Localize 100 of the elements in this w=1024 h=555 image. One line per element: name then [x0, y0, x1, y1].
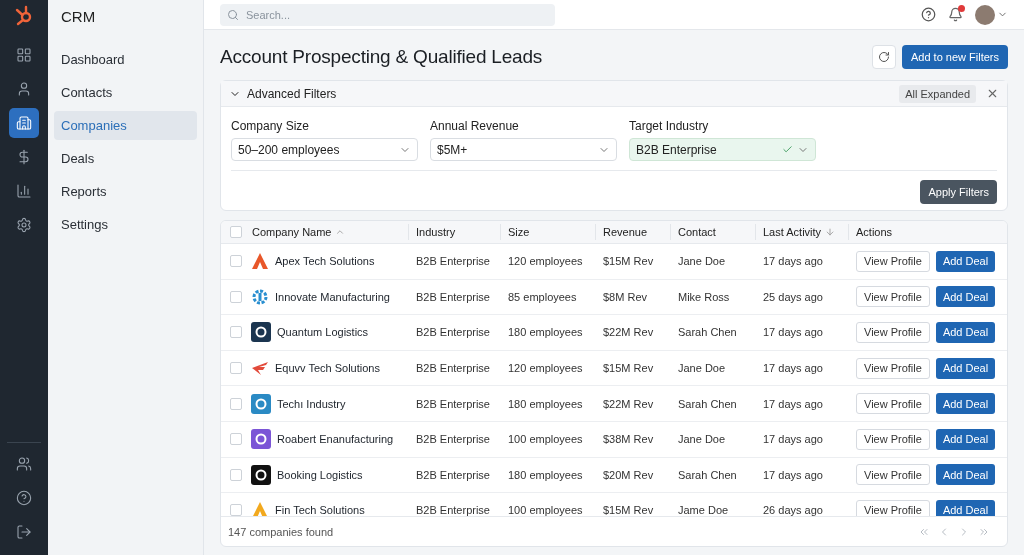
size-cell-text: 180 employees — [507, 397, 584, 410]
size-cell-text: 180 employees — [507, 326, 584, 339]
industry-cell-text: B2B Enterprise — [415, 255, 491, 268]
revenue-cell-text: $15M Rev — [602, 255, 655, 268]
size-cell-text: 85 employees — [507, 290, 578, 303]
add-deal-button[interactable]: Add Deal — [935, 250, 996, 272]
filter-select[interactable]: $5M+ — [430, 138, 617, 161]
column-header[interactable]: Industry — [408, 224, 500, 240]
view-profile-button[interactable]: View Profile — [856, 357, 930, 379]
filter-select[interactable]: B2B Enterprise — [629, 138, 816, 161]
view-profile-button[interactable]: View Profile — [856, 250, 930, 272]
sidebar-item[interactable]: Reports — [54, 177, 197, 206]
column-header[interactable]: Size — [500, 224, 595, 240]
activity-cell-text: 17 days ago — [762, 433, 824, 446]
refresh-icon — [877, 51, 890, 63]
add-deal-button[interactable]: Add Deal — [935, 393, 996, 415]
size-cell-text: 120 employees — [507, 362, 584, 375]
results-count: 147 companies found — [228, 525, 334, 538]
building-icon[interactable] — [9, 108, 39, 138]
column-header[interactable]: Revenue — [595, 224, 670, 240]
activity-cell-text: 17 days ago — [762, 362, 824, 375]
row-checkbox[interactable] — [230, 468, 242, 481]
sort-down-icon — [825, 227, 836, 237]
contact-cell-text: Jane Doe — [677, 433, 727, 446]
search-field[interactable]: Search... — [220, 3, 555, 26]
industry-cell-text: B2B Enterprise — [415, 290, 491, 303]
industry-cell-text: B2B Enterprise — [415, 468, 491, 481]
industry-cell-text: B2B Enterprise — [415, 362, 491, 375]
avatar-menu[interactable] — [975, 4, 1008, 25]
refresh-button[interactable] — [871, 45, 896, 69]
industry-cell-text: B2B Enterprise — [415, 433, 491, 446]
view-profile-button[interactable]: View Profile — [856, 499, 930, 516]
row-checkbox[interactable] — [230, 255, 242, 268]
activity-cell-text: 26 days ago — [762, 504, 824, 516]
activity-cell-text: 17 days ago — [762, 326, 824, 339]
view-profile-button[interactable]: View Profile — [856, 428, 930, 450]
revenue-cell-text: $8M Rev — [602, 290, 649, 303]
select-all-checkbox[interactable] — [230, 226, 242, 238]
help-icon[interactable] — [921, 7, 936, 22]
view-profile-button[interactable]: View Profile — [856, 286, 930, 308]
filter-label: Company Size — [231, 119, 311, 133]
industry-cell-text: B2B Enterprise — [415, 397, 491, 410]
company-name: Booking Logistics — [277, 468, 363, 481]
add-deal-button[interactable]: Add Deal — [935, 499, 996, 516]
revenue-cell-text: $20M Rev — [602, 468, 655, 481]
filter-select[interactable]: 50–200 employees — [231, 138, 418, 161]
sidebar-item[interactable]: Companies — [54, 111, 197, 140]
row-checkbox[interactable] — [230, 433, 242, 446]
add-deal-button[interactable]: Add Deal — [935, 286, 996, 308]
revenue-cell-text: $22M Rev — [602, 326, 655, 339]
add-filters-button[interactable]: Add to new Filters — [901, 45, 1008, 69]
row-checkbox[interactable] — [230, 290, 242, 303]
row-checkbox[interactable] — [230, 326, 242, 339]
size-cell-text: 100 employees — [507, 504, 584, 516]
sidebar-item[interactable]: Deals — [54, 144, 197, 173]
add-deal-button[interactable]: Add Deal — [935, 464, 996, 486]
revenue-cell-text: $15M Rev — [602, 504, 655, 516]
industry-cell-text: B2B Enterprise — [415, 504, 491, 516]
size-cell-text: 120 employees — [507, 255, 584, 268]
company-name: Roabert Enanufacturing — [277, 433, 394, 446]
revenue-cell-text: $38M Rev — [602, 433, 655, 446]
notification-bell-icon[interactable] — [948, 7, 963, 22]
add-deal-button[interactable]: Add Deal — [935, 357, 996, 379]
company-name: Fin Tech Solutions — [275, 504, 365, 516]
column-header[interactable]: Contact — [670, 224, 755, 240]
industry-cell-text: B2B Enterprise — [415, 326, 491, 339]
contact-cell-text: Mike Ross — [677, 290, 731, 303]
apply-filters-button[interactable]: Apply Filters — [920, 180, 997, 204]
column-header[interactable]: Last Activity — [755, 224, 848, 240]
contact-cell-text: Sarah Chen — [677, 397, 738, 410]
activity-cell-text: 17 days ago — [762, 468, 824, 481]
view-profile-button[interactable]: View Profile — [856, 322, 930, 343]
search-icon — [227, 8, 239, 21]
activity-cell-text: 17 days ago — [762, 255, 824, 268]
sidebar-item[interactable]: Settings — [54, 210, 197, 239]
row-checkbox[interactable] — [230, 504, 242, 516]
sidebar-item[interactable]: Dashboard — [54, 45, 197, 74]
revenue-cell-text: $15M Rev — [602, 362, 655, 375]
filter-label: Annual Revenue — [430, 119, 520, 133]
filters-toggle[interactable]: Advanced Filters — [229, 86, 337, 101]
row-checkbox[interactable] — [230, 397, 242, 410]
sidebar-item[interactable]: Contacts — [54, 78, 197, 107]
view-profile-button[interactable]: View Profile — [856, 393, 930, 415]
contact-cell-text: Jame Doe — [677, 504, 730, 516]
filter-label: Target Industry — [629, 119, 710, 133]
add-deal-button[interactable]: Add Deal — [935, 428, 996, 450]
view-profile-button[interactable]: View Profile — [856, 464, 930, 486]
page-title: Account Prospecting & Qualified Leads — [220, 46, 543, 68]
check-icon — [782, 143, 793, 155]
add-deal-button[interactable]: Add Deal — [935, 322, 996, 343]
column-header[interactable]: Company Name — [245, 224, 408, 240]
column-header[interactable]: Actions — [848, 224, 1007, 240]
contact-cell-text: Jane Doe — [677, 255, 727, 268]
expanded-badge: All Expanded — [899, 84, 976, 103]
size-cell-text: 100 employees — [507, 433, 584, 446]
contact-cell-text: Sarah Chen — [677, 468, 738, 481]
activity-cell-text: 25 days ago — [762, 290, 824, 303]
row-checkbox[interactable] — [230, 362, 242, 375]
revenue-cell-text: $22M Rev — [602, 397, 655, 410]
app-title: CRM — [60, 7, 97, 27]
